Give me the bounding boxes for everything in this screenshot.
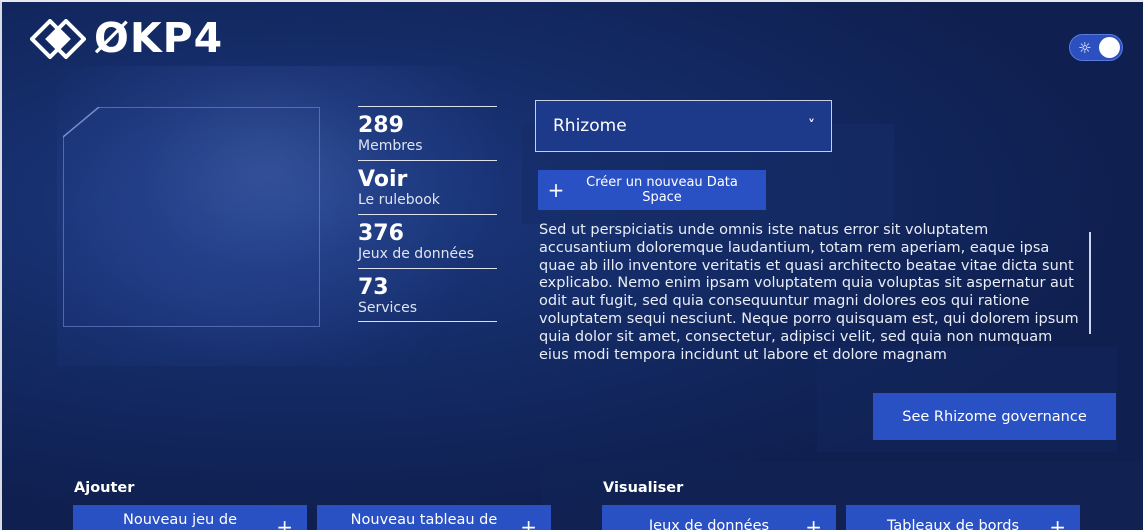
description-scrollbar[interactable] [1089, 232, 1091, 334]
stats-list: 289 Membres Voir Le rulebook 376 Jeux de… [358, 106, 497, 322]
stat-rulebook[interactable]: Voir Le rulebook [358, 160, 497, 214]
stat-value: 289 [358, 113, 404, 138]
theme-toggle[interactable]: ☼ [1069, 34, 1123, 61]
button-label: Créer un nouveau Data Space [586, 175, 738, 205]
new-dataset-button[interactable]: Nouveau jeu de + [73, 505, 307, 530]
stat-label[interactable]: Le rulebook [358, 192, 497, 209]
button-label: Nouveau jeu de [123, 512, 237, 528]
new-dashboard-button[interactable]: Nouveau tableau de + [317, 505, 551, 530]
dataspace-select[interactable]: Rhizome ˅ [535, 100, 832, 152]
governance-button[interactable]: See Rhizome governance [873, 393, 1116, 440]
view-datasets-button[interactable]: Jeux de données + [602, 505, 836, 530]
stat-label: Services [358, 300, 418, 316]
view-dashboards-button[interactable]: Tableaux de bords + [846, 505, 1080, 530]
add-section-title: Ajouter [74, 480, 135, 496]
stat-services: 73 Services [358, 268, 497, 322]
select-value: Rhizome [553, 116, 627, 136]
plus-icon: + [1049, 515, 1066, 530]
plus-icon: + [547, 178, 565, 202]
stat-datasets: 376 Jeux de données [358, 214, 497, 268]
frame-corner [63, 107, 100, 138]
view-section-title: Visualiser [603, 480, 684, 496]
stat-label: Jeux de données [358, 246, 475, 262]
logo-text: ØKP4 [94, 14, 224, 62]
chevron-down-icon: ˅ [808, 118, 815, 134]
stat-label: Membres [358, 138, 423, 154]
button-label: Tableaux de bords [886, 518, 1020, 530]
button-label: Nouveau tableau de [350, 512, 498, 528]
create-dataspace-button[interactable]: + Créer un nouveau Data Space [538, 170, 766, 210]
brand-logo[interactable]: ØKP4 [30, 18, 223, 59]
plus-icon: + [276, 515, 293, 530]
stat-value[interactable]: Voir [358, 168, 497, 192]
stat-value: 376 [358, 221, 404, 246]
dataspace-page: ØKP4 ☼ 289 Membres Voir Le rulebook 376 … [0, 0, 1143, 530]
stat-members: 289 Membres [358, 106, 497, 160]
plus-icon: + [805, 515, 822, 530]
dataspace-description: Sed ut perspiciatis unde omnis iste natu… [539, 222, 1079, 363]
button-label: Jeux de données [648, 518, 770, 530]
sun-icon: ☼ [1078, 39, 1092, 57]
plus-icon: + [520, 515, 537, 530]
okp4-logo-icon [30, 18, 86, 59]
toggle-knob [1099, 37, 1120, 58]
stat-value: 73 [358, 275, 389, 300]
